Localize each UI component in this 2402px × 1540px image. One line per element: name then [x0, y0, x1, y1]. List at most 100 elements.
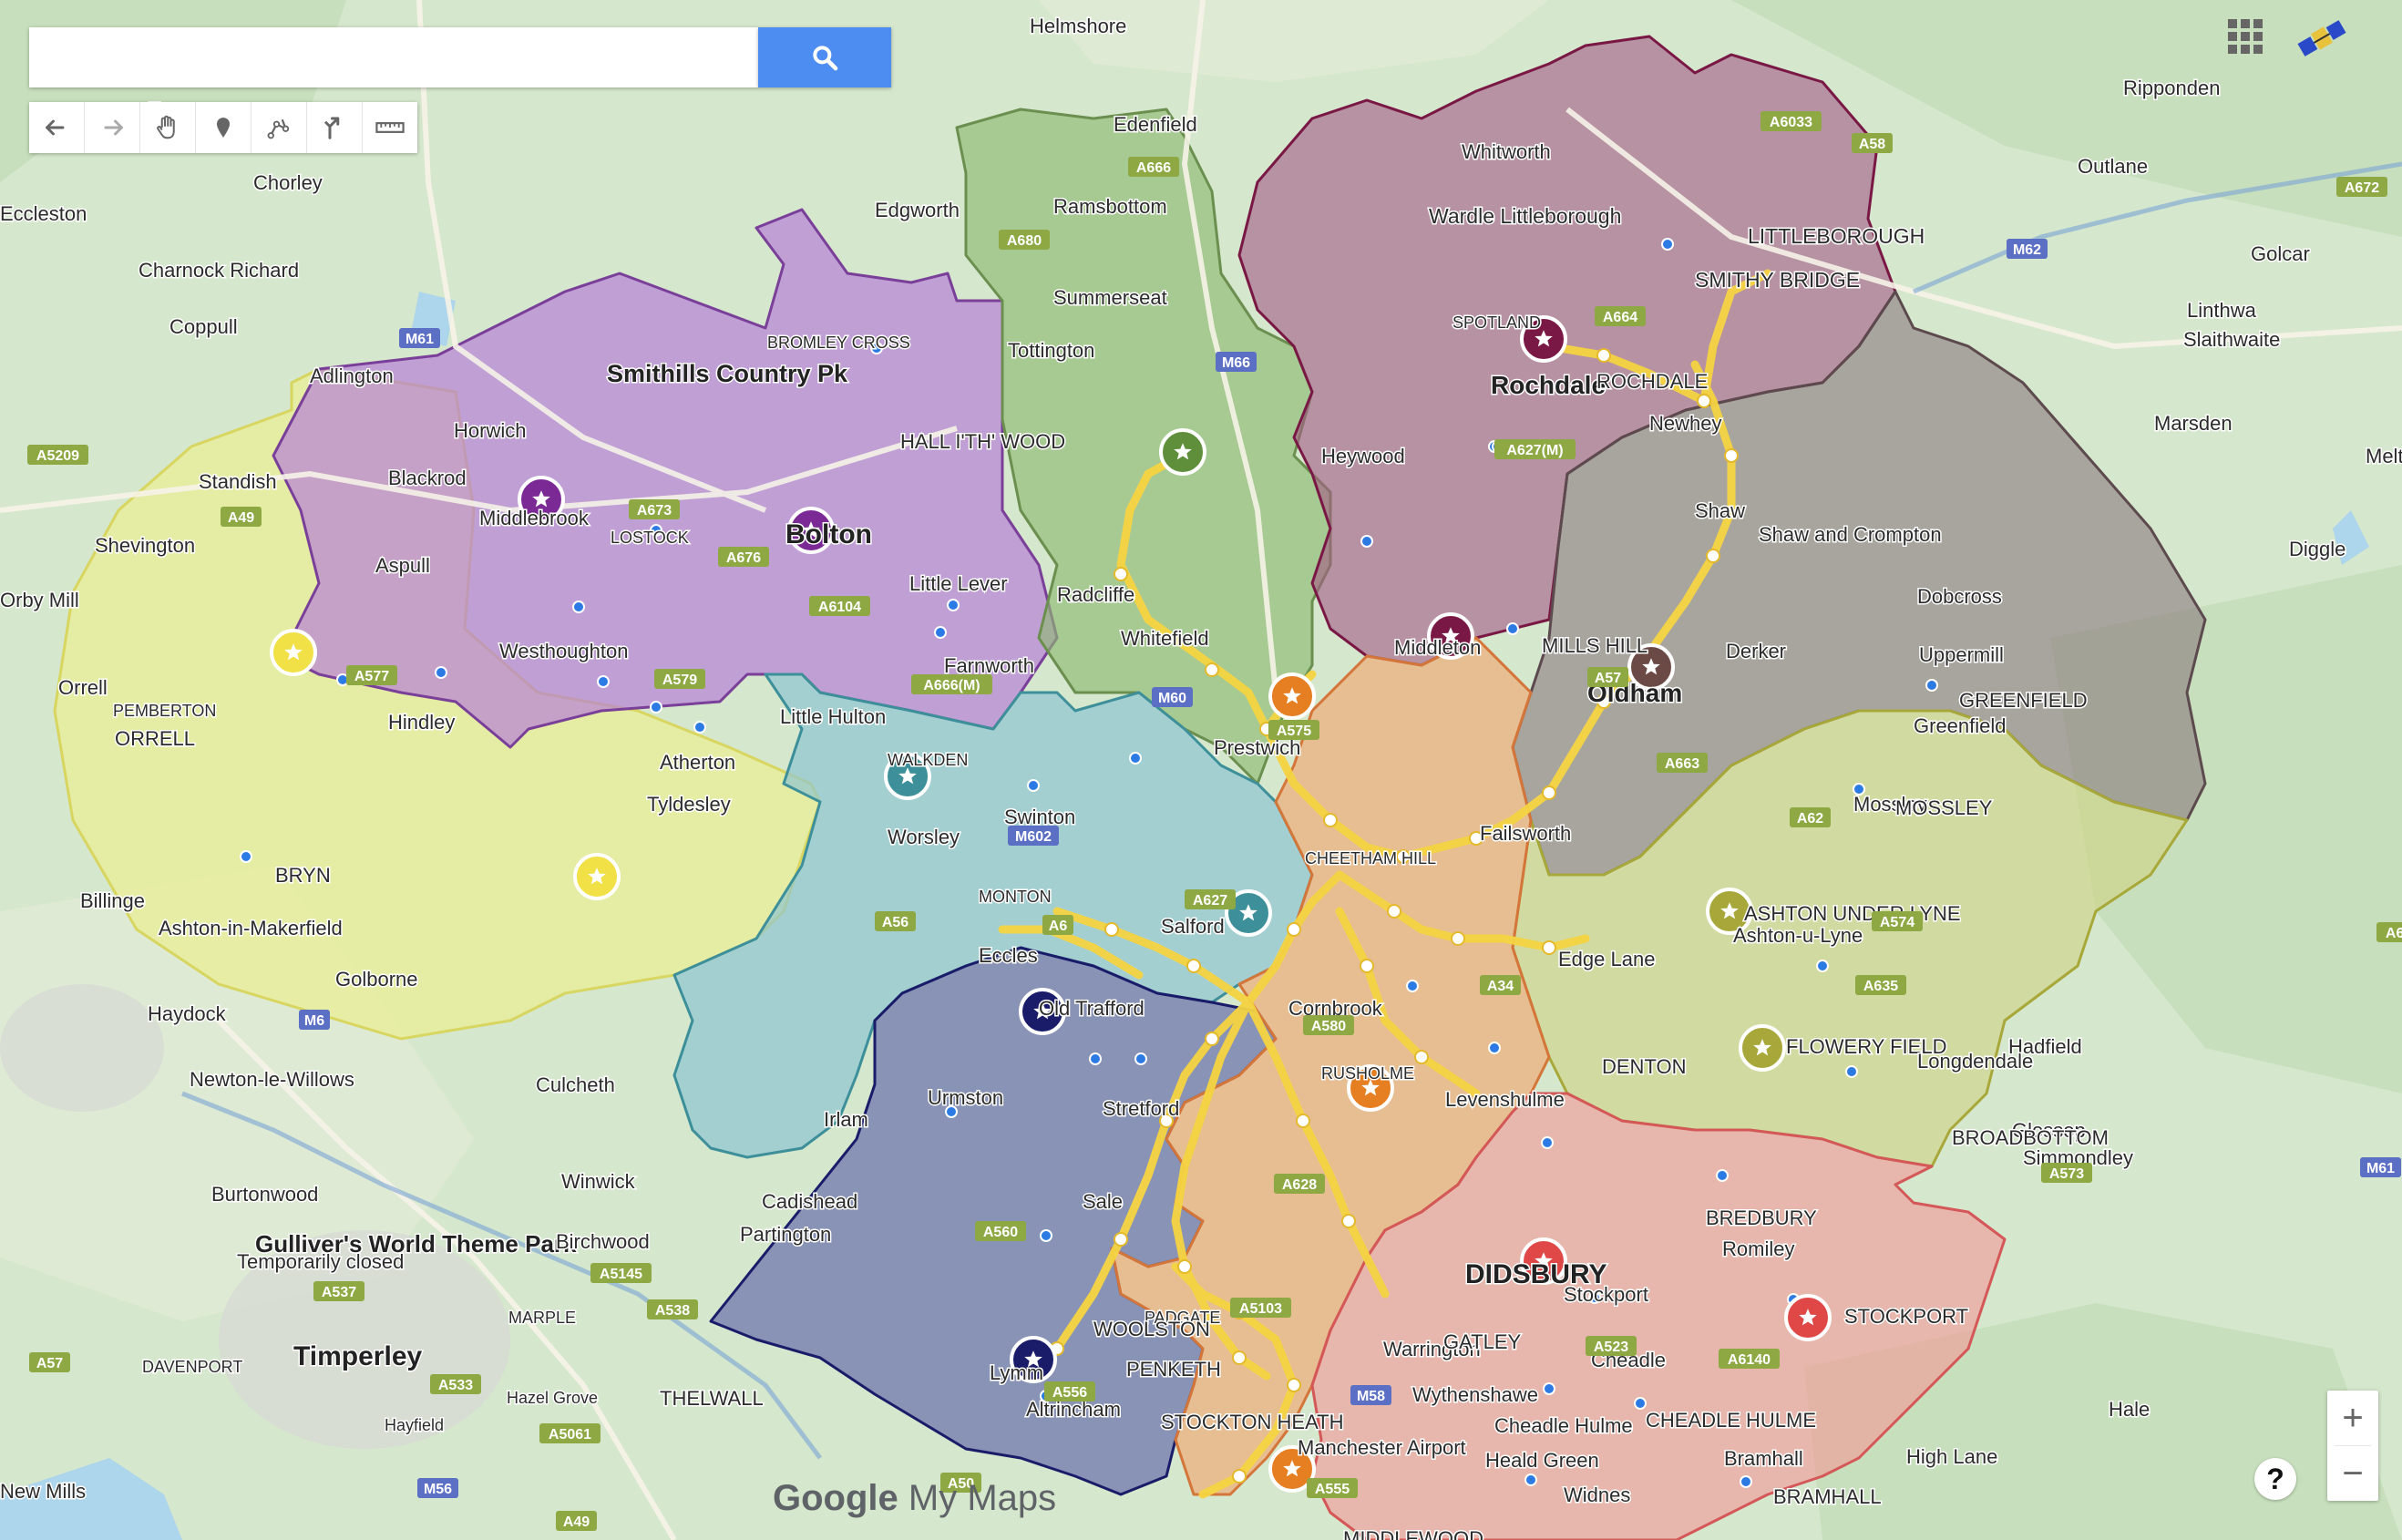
road-shield: A58: [1852, 133, 1893, 153]
place-label: Hale: [2109, 1398, 2150, 1421]
place-label: Bolton: [785, 519, 872, 549]
apps-grid-button[interactable]: [2227, 18, 2263, 55]
place-label: LOSTOCK: [611, 529, 689, 547]
road-shield: M58: [1350, 1385, 1391, 1405]
undo-button[interactable]: [29, 102, 85, 153]
road-shield: A49: [221, 507, 262, 527]
svg-text:M61: M61: [2366, 1161, 2395, 1176]
denton-star-marker[interactable]: [1739, 1024, 1786, 1072]
select-button[interactable]: [140, 102, 196, 153]
grid-dot-icon: [2253, 19, 2263, 28]
place-label: Whitefield: [1121, 627, 1209, 650]
place-label: Sale: [1083, 1190, 1123, 1213]
place-label: Winwick: [561, 1170, 636, 1193]
bury-star-marker[interactable]: [1159, 428, 1206, 476]
place-label: New Mills: [0, 1480, 86, 1503]
place-label: Eccleston: [0, 202, 87, 225]
svg-text:A577: A577: [354, 669, 389, 684]
svg-text:M61: M61: [405, 332, 434, 347]
wigan-star-2-marker[interactable]: [573, 853, 621, 900]
place-label: Little Lever: [909, 572, 1008, 595]
place-label: ORRELL: [115, 727, 195, 750]
road-shield: A672: [2336, 177, 2387, 197]
zoom-out-button[interactable]: −: [2327, 1446, 2378, 1501]
place-label: Manchester Airport: [1298, 1436, 1466, 1459]
google-wordmark: Google: [773, 1478, 898, 1518]
place-label: Edgworth: [875, 199, 960, 221]
draw-line-button[interactable]: [251, 102, 307, 153]
prestwich-star-marker[interactable]: [1268, 672, 1316, 720]
svg-text:A56: A56: [882, 915, 908, 930]
svg-text:M56: M56: [424, 1482, 452, 1497]
svg-text:A5061: A5061: [549, 1427, 591, 1442]
place-label: SPOTLAND: [1452, 313, 1541, 332]
place-label: Whitworth: [1462, 140, 1551, 163]
place-label: Ashton-in-Makerfield: [159, 917, 343, 939]
place-label: GATLEY: [1443, 1330, 1522, 1353]
place-label: Chorley: [253, 171, 323, 194]
road-shield: A6: [1042, 915, 1073, 935]
place-label: Orrell: [58, 676, 108, 699]
svg-text:A6033: A6033: [1770, 115, 1812, 130]
place-label: Radcliffe: [1057, 583, 1134, 606]
place-label: THELWALL: [660, 1387, 764, 1410]
satellite-view-button[interactable]: [2293, 9, 2351, 67]
svg-text:A5103: A5103: [1239, 1301, 1282, 1317]
place-label: Tottington: [1008, 339, 1094, 362]
road-shield: A5145: [590, 1263, 652, 1283]
place-label: MIDDLEWOOD: [1343, 1527, 1483, 1540]
wigan-star-1-marker[interactable]: [270, 629, 317, 676]
search-button[interactable]: [758, 27, 891, 87]
redo-button[interactable]: [85, 102, 140, 153]
place-label: Shevington: [95, 534, 195, 557]
place-label: Hazel Grove: [507, 1389, 598, 1407]
road-shield: A49: [556, 1511, 597, 1531]
place-label: Partington: [740, 1223, 831, 1246]
place-label: DENTON: [1602, 1055, 1687, 1078]
zoom-in-button[interactable]: +: [2327, 1391, 2378, 1445]
svg-text:A57: A57: [36, 1356, 63, 1371]
marple-star-marker[interactable]: [1784, 1294, 1832, 1341]
place-label: Dobcross: [1917, 585, 2002, 608]
grid-dot-icon: [2228, 19, 2237, 28]
place-label: HALL I'TH' WOOD: [900, 430, 1065, 453]
svg-text:A574: A574: [1880, 915, 1914, 930]
place-label: Ramsbottom: [1053, 195, 1167, 218]
svg-text:A580: A580: [1311, 1019, 1346, 1034]
place-label: BROMLEY CROSS: [767, 334, 910, 352]
place-label: WALKDEN: [888, 751, 968, 769]
svg-text:A575: A575: [1277, 724, 1311, 739]
place-label: Greenfield: [1914, 714, 2007, 737]
svg-text:A627(M): A627(M): [1506, 443, 1563, 458]
svg-text:A34: A34: [1487, 979, 1514, 994]
place-label: WOOLSTON: [1093, 1318, 1210, 1340]
svg-text:A49: A49: [563, 1514, 590, 1530]
grid-dot-icon: [2241, 32, 2250, 41]
place-label: LITTLEBOROUGH: [1748, 224, 1925, 248]
svg-text:M60: M60: [1158, 691, 1186, 706]
place-label: Blackrod: [388, 467, 467, 489]
place-label: Tyldesley: [647, 793, 731, 816]
google-my-maps-logo: Google My Maps: [773, 1478, 1056, 1519]
measure-button[interactable]: [363, 102, 417, 153]
place-label: Shaw: [1695, 499, 1745, 522]
directions-icon: [323, 117, 340, 139]
help-button[interactable]: ?: [2254, 1458, 2296, 1500]
road-shield: A673: [629, 499, 680, 519]
svg-text:A6140: A6140: [1728, 1352, 1771, 1368]
place-label: ROCHDALE: [1596, 370, 1708, 393]
place-label: Meltham: [2366, 445, 2402, 467]
line-icon: [267, 118, 290, 139]
place-label: Widnes: [1564, 1484, 1630, 1506]
directions-button[interactable]: [307, 102, 363, 153]
place-label: Helmshore: [1030, 15, 1126, 37]
place-label: MONTON: [979, 888, 1052, 906]
place-label: BRYN: [275, 864, 331, 887]
map-canvas[interactable]: HelmshoreRippondenEuxtonEdenfieldWhitwor…: [0, 0, 2402, 1540]
place-label: Billinge: [80, 889, 145, 912]
search-input[interactable]: [29, 27, 758, 87]
place-label: Standish: [199, 470, 277, 493]
place-label: Westhoughton: [499, 640, 628, 662]
road-shield: A574: [1872, 911, 1923, 931]
add-marker-button[interactable]: [196, 102, 251, 153]
